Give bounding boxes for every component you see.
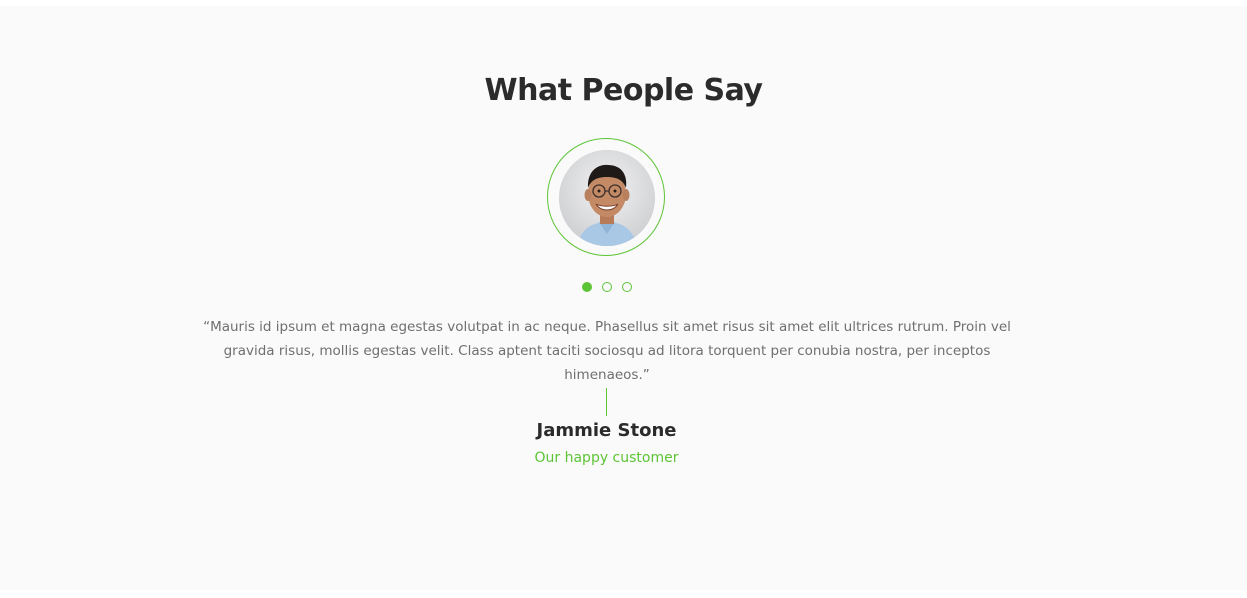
divider-line	[606, 388, 607, 416]
section-title: What People Say	[484, 73, 763, 108]
carousel-dot-3[interactable]	[622, 282, 632, 292]
testimonial-quote: “Mauris id ipsum et magna egestas volutp…	[203, 319, 1011, 383]
carousel-dot-1[interactable]	[582, 282, 592, 292]
testimonial-author-role: Our happy customer	[534, 450, 679, 466]
avatar	[559, 150, 655, 246]
avatar-frame	[547, 138, 665, 256]
carousel-pagination	[582, 282, 632, 292]
person-avatar-image	[559, 150, 655, 246]
testimonials-section: What People Say “Mauris id ipsum et magn…	[0, 6, 1247, 590]
carousel-dot-2[interactable]	[602, 282, 612, 292]
testimonial-author-name: Jammie Stone	[536, 420, 677, 441]
